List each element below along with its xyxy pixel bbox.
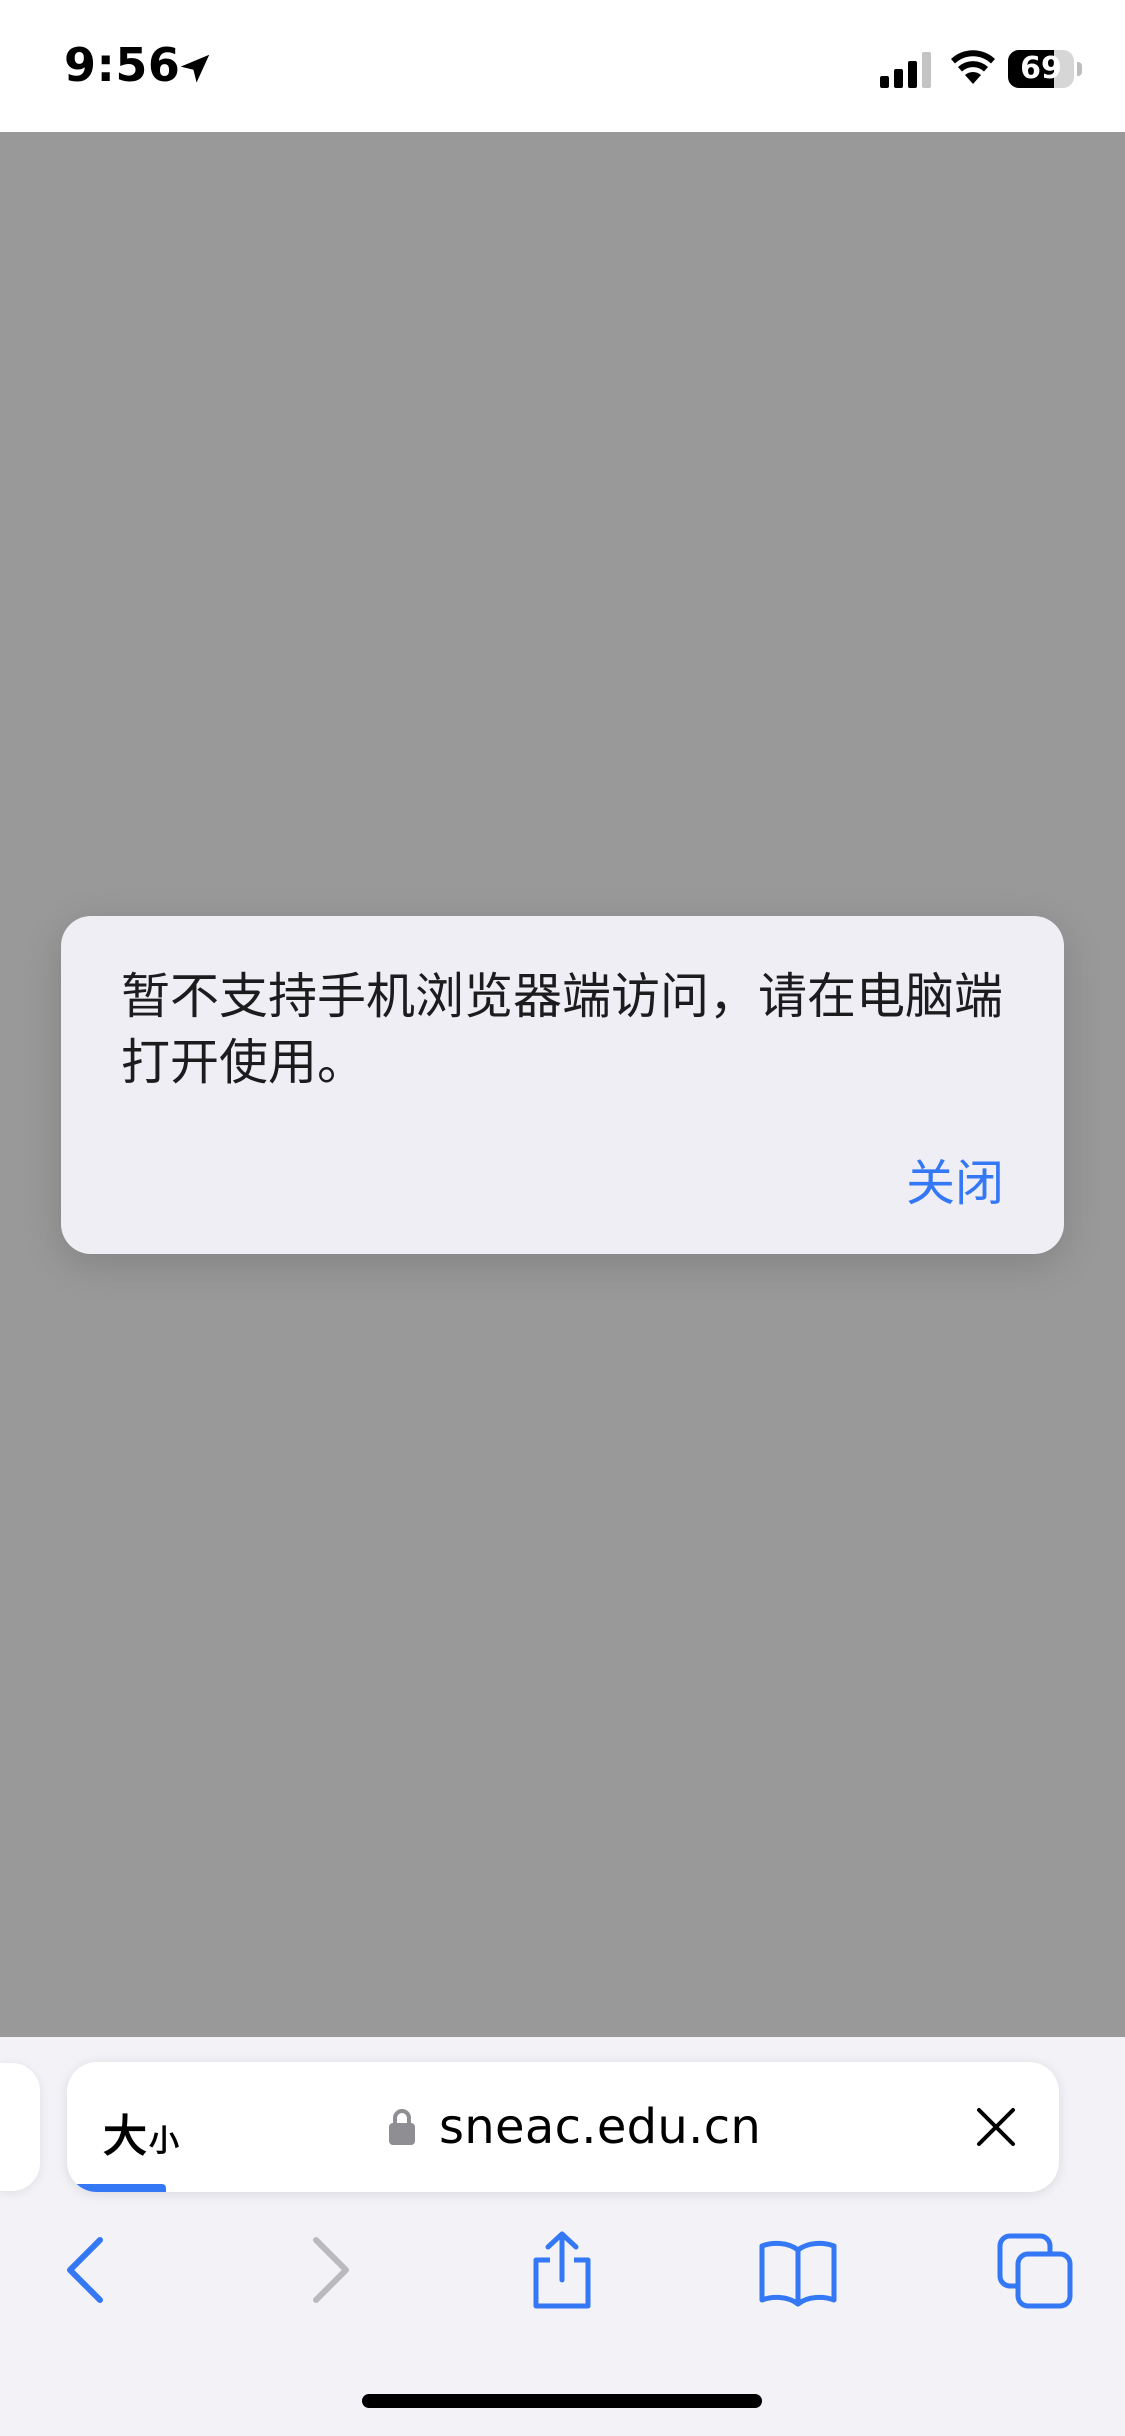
back-icon[interactable] <box>46 2230 126 2310</box>
bookmarks-icon[interactable] <box>758 2230 838 2310</box>
battery-percentage: 69 <box>1020 51 1062 86</box>
battery-body: 69 <box>1008 50 1074 88</box>
home-indicator <box>362 2394 762 2408</box>
close-icon[interactable] <box>975 2106 1017 2148</box>
alert-close-button[interactable]: 关闭 <box>906 1144 1004 1215</box>
cellular-signal-icon <box>880 52 931 88</box>
tabs-icon[interactable] <box>996 2230 1076 2310</box>
page-load-progress <box>67 2184 167 2192</box>
text-size-button[interactable]: 大 小 <box>103 2062 179 2192</box>
alert-message: 暂不支持手机浏览器端访问，请在电脑端打开使用。 <box>121 968 1004 1091</box>
url-text: sneac.edu.cn <box>439 2099 762 2155</box>
alert-dialog: 暂不支持手机浏览器端访问，请在电脑端打开使用。 关闭 <box>61 916 1064 1254</box>
text-size-small-glyph: 小 <box>149 2124 179 2159</box>
address-bar[interactable]: 大 小 sneac.edu.cn <box>67 2062 1059 2192</box>
location-arrow-icon <box>180 54 210 83</box>
previous-tab-preview[interactable] <box>0 2063 40 2191</box>
battery-indicator: 69 <box>1008 50 1082 88</box>
status-bar: 9:56 69 <box>0 0 1125 132</box>
text-size-large-glyph: 大 <box>103 2111 147 2162</box>
status-time: 9:56 <box>64 38 181 92</box>
share-icon[interactable] <box>522 2230 602 2310</box>
forward-icon[interactable] <box>290 2230 370 2310</box>
wifi-icon <box>951 50 995 84</box>
lock-icon <box>389 2109 415 2145</box>
url-display[interactable]: sneac.edu.cn <box>387 2062 761 2192</box>
battery-cap <box>1077 62 1082 76</box>
